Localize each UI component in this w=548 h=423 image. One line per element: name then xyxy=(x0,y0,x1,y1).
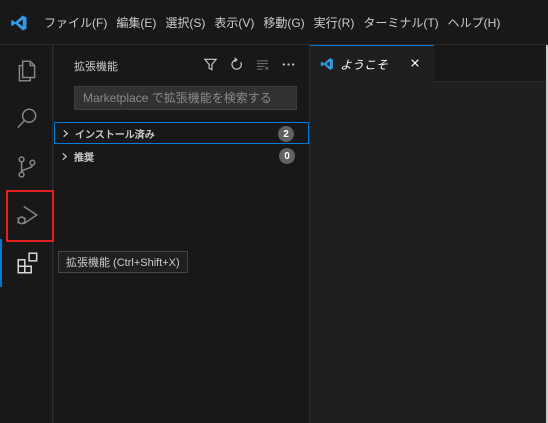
recommended-section-header[interactable]: 推奨 0 xyxy=(54,145,309,167)
extensions-icon xyxy=(16,252,37,274)
run-debug-icon xyxy=(16,205,38,225)
chevron-right-icon xyxy=(60,152,72,161)
tab-welcome[interactable]: ようこそ xyxy=(310,45,434,82)
filter-icon[interactable] xyxy=(201,55,219,73)
extensions-tooltip: 拡張機能 (Ctrl+Shift+X) xyxy=(58,251,188,273)
more-icon[interactable] xyxy=(279,55,297,73)
search-button[interactable] xyxy=(0,95,53,143)
title-bar: ファイル(F) 編集(E) 選択(S) 表示(V) 移動(G) 実行(R) ター… xyxy=(0,0,548,45)
sidebar-title: 拡張機能 xyxy=(74,61,118,73)
extensions-button[interactable] xyxy=(0,239,53,287)
source-control-button[interactable] xyxy=(0,143,53,191)
refresh-icon[interactable] xyxy=(227,55,245,73)
explorer-icon xyxy=(18,60,35,82)
clear-icon[interactable] xyxy=(253,55,271,73)
menu-edit[interactable]: 編集(E) xyxy=(112,14,160,32)
tab-bar: ようこそ xyxy=(310,45,548,82)
chevron-right-icon xyxy=(61,129,73,138)
section-label: 推奨 xyxy=(74,152,94,164)
menu-view[interactable]: 表示(V) xyxy=(210,14,258,32)
vscode-logo-icon xyxy=(8,14,30,32)
extensions-search-input[interactable] xyxy=(74,86,297,110)
sidebar-actions xyxy=(201,55,297,73)
run-debug-button[interactable] xyxy=(0,191,53,239)
menu-selection[interactable]: 選択(S) xyxy=(161,14,209,32)
section-label: インストール済み xyxy=(75,129,155,141)
activity-bar xyxy=(0,45,53,423)
tab-label: ようこそ xyxy=(340,57,389,72)
count-badge: 0 xyxy=(279,148,295,164)
search-icon xyxy=(16,108,36,129)
menu-file[interactable]: ファイル(F) xyxy=(40,14,111,32)
menu-help[interactable]: ヘルプ(H) xyxy=(444,14,505,32)
editor-area: ようこそ xyxy=(310,45,548,423)
installed-section-header[interactable]: インストール済み 2 xyxy=(54,122,309,144)
extensions-sidebar: 拡張機能 インストール済み xyxy=(54,45,310,423)
count-badge: 2 xyxy=(278,126,294,142)
source-control-icon xyxy=(17,156,36,178)
menu-go[interactable]: 移動(G) xyxy=(259,14,308,32)
menu-bar: ファイル(F) 編集(E) 選択(S) 表示(V) 移動(G) 実行(R) ター… xyxy=(40,14,505,32)
menu-terminal[interactable]: ターミナル(T) xyxy=(359,14,442,32)
explorer-button[interactable] xyxy=(0,47,53,95)
menu-run[interactable]: 実行(R) xyxy=(310,14,359,32)
vscode-logo-icon xyxy=(320,57,334,71)
close-icon[interactable] xyxy=(408,56,422,70)
